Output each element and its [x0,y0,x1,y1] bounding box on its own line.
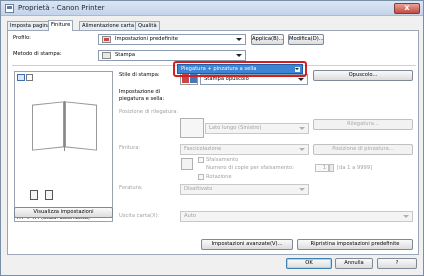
profile-select[interactable]: Impostazioni predefinite [98,34,246,45]
binding-layout-icon [180,118,204,138]
chevron-down-icon [236,54,242,57]
paper-output-value: Auto [184,213,197,219]
apply-profile-button[interactable]: Applica(B)... [251,34,284,45]
chevron-down-icon [295,67,300,72]
title-bar: Proprietà - Canon Printer x [1,1,423,16]
layout-preview: A4 -> A4 (Scala: automatica) [14,71,113,222]
print-icon [102,52,111,59]
tab-finishing[interactable]: Finiture [48,20,74,31]
binding-position-label: Posizione di rilegatura: [119,109,179,115]
paper-output-label: Uscita carta(X): [119,213,160,219]
booklet-method-select[interactable]: Piegatura + pinzatura a sella [177,64,303,74]
booklet-left-page [32,101,64,151]
chevron-down-icon [299,188,305,191]
offset-copies-input[interactable]: 1 [315,164,329,172]
offset-copies-spinner[interactable] [329,164,334,172]
profile-value: Impostazioni predefinite [115,36,178,42]
tab-quality[interactable]: Qualità [135,21,160,30]
printer-view-icon[interactable] [26,74,33,81]
tab-page-setup[interactable]: Imposta pagina [7,21,54,30]
offset-checkbox[interactable] [198,157,204,163]
chevron-down-icon [299,127,305,130]
booklet-setting-label: Impostazione di [119,89,161,95]
tab-paper-source[interactable]: Alimentazione carta [79,21,138,30]
pages-icon [45,190,53,200]
output-method-value: Stampa [115,52,136,58]
ok-button[interactable]: OK [286,258,332,269]
modify-profile-button[interactable]: Modifica(D)... [288,34,324,45]
chevron-down-icon [236,38,242,41]
collate-icon [30,190,38,200]
window-title: Proprietà - Canon Printer [18,4,105,12]
profile-icon [102,36,111,43]
booklet-right-page [65,101,97,151]
chevron-down-icon [403,215,409,218]
booklet-setting-label-2: piegatura e sella: [119,96,165,102]
rotation-label: Rotazione [206,174,232,180]
printer-icon [5,4,14,13]
binding-button[interactable]: Rilegatura... [313,119,413,130]
punching-value: Disattivato [184,186,213,192]
binding-position-select[interactable]: Lato lungo (Sinistro) [205,123,309,134]
finishing-value: Fascicolazione [184,146,222,152]
staple-position-button[interactable]: Posizione di pinzatura... [313,144,413,155]
paper-output-select[interactable]: Auto [180,211,413,222]
punching-select[interactable]: Disattivato [180,184,309,195]
rotation-checkbox[interactable] [198,174,204,180]
offset-icon [181,158,193,170]
page-view-icon[interactable] [17,74,25,81]
chevron-down-icon [298,78,304,81]
output-method-select[interactable]: Stampa [98,50,246,61]
finishing-select[interactable]: Fascicolazione [180,144,309,155]
finishing-label: Finitura: [119,145,141,151]
chevron-down-icon [299,148,305,151]
restore-defaults-button[interactable]: Ripristina impostazioni predefinite [297,239,413,250]
printer-properties-window: Proprietà - Canon Printer x Imposta pagi… [0,0,424,276]
cancel-button[interactable]: Annulla [335,258,373,269]
advanced-settings-button[interactable]: Impostazioni avanzate(V)... [201,239,293,250]
offset-label: Sfalsamento [206,157,239,163]
booklet-button[interactable]: Opuscolo... [313,70,413,81]
view-settings-button[interactable]: Visualizza impostazioni [14,207,113,218]
offset-copies-range: [da 1 a 9999] [337,165,373,171]
offset-copies-label: Numero di copie per sfalsamento: [206,165,295,171]
punching-label: Foratura: [119,185,143,191]
close-button[interactable]: x [394,3,420,14]
finishing-panel: Profilo: Impostazioni predefinite Applic… [7,30,419,255]
booklet-method-value: Piegatura + pinzatura a sella [181,66,257,72]
binding-position-value: Lato lungo (Sinistro) [209,125,262,131]
print-style-label: Stile di stampa: [119,72,160,78]
output-method-label: Metodo di stampa: [13,51,62,57]
help-button[interactable]: ? [377,258,417,269]
profile-label: Profilo: [13,35,31,41]
